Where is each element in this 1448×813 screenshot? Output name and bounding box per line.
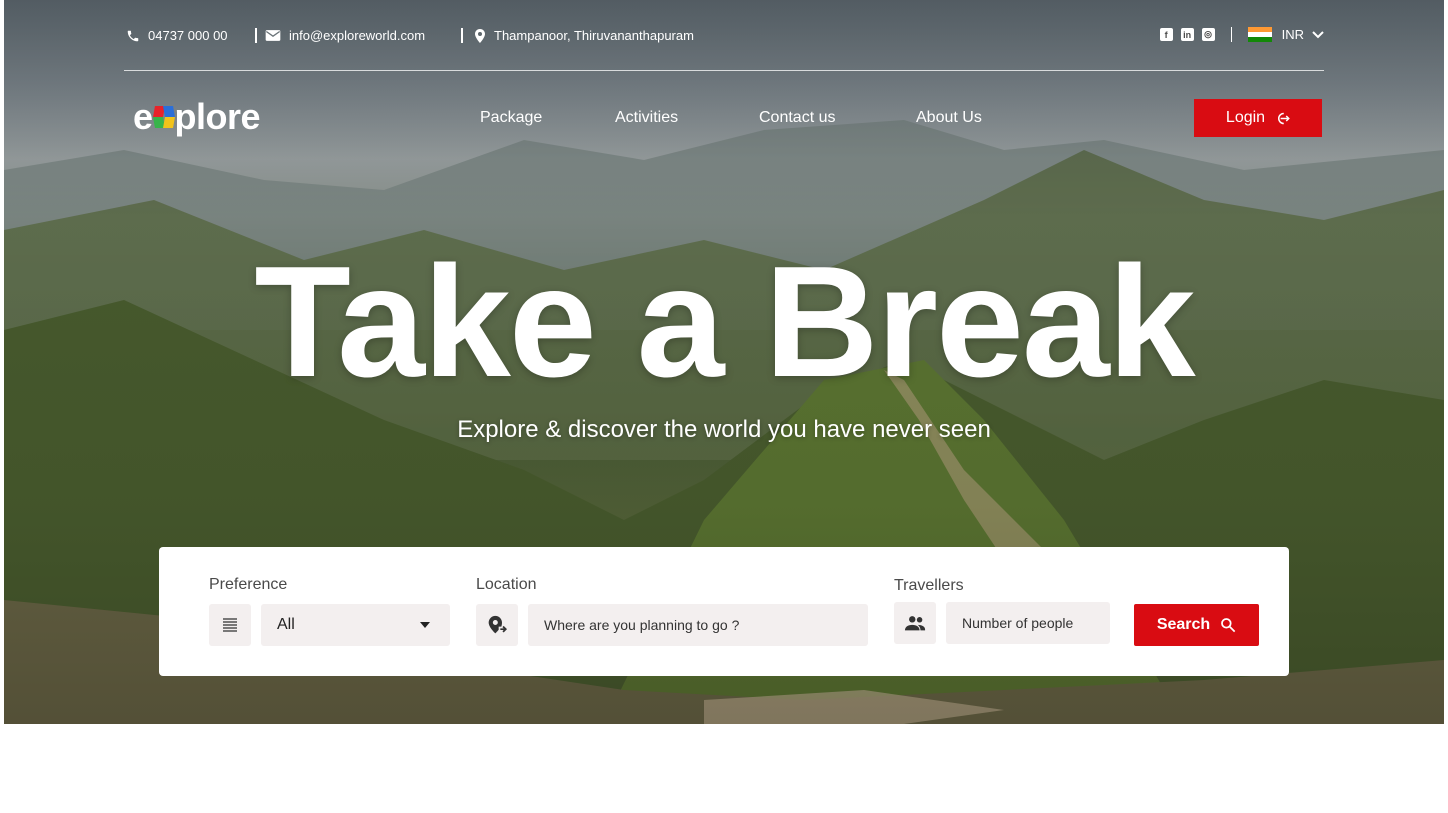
- preference-label: Preference: [209, 576, 288, 593]
- search-button[interactable]: Search: [1134, 604, 1259, 646]
- india-flag-icon[interactable]: [1247, 27, 1272, 42]
- logo-text-start: e: [133, 96, 153, 137]
- location-pin-icon: [488, 615, 507, 634]
- hero-subtitle: Explore & discover the world you have ne…: [457, 416, 991, 443]
- travellers-input[interactable]: Number of people: [946, 602, 1110, 644]
- chevron-down-icon[interactable]: [1312, 30, 1324, 39]
- address-text: Thampanoor, Thiruvananthapuram: [494, 28, 694, 43]
- mail-icon: [265, 30, 281, 41]
- nav-about-us[interactable]: About Us: [916, 109, 982, 127]
- map-pin-icon: [475, 28, 485, 43]
- search-panel: Preference All Location Where are you pl…: [159, 547, 1289, 676]
- location-icon-box: [476, 604, 518, 646]
- address-contact[interactable]: Thampanoor, Thiruvananthapuram: [474, 28, 694, 43]
- email-contact[interactable]: info@exploreworld.com: [265, 28, 425, 43]
- currency-label[interactable]: INR: [1282, 27, 1304, 42]
- facebook-icon[interactable]: f: [1159, 28, 1173, 41]
- preference-select[interactable]: All: [261, 604, 450, 646]
- travellers-label: Travellers: [894, 577, 964, 594]
- login-button[interactable]: Login: [1194, 99, 1322, 137]
- login-arrow-icon: [1278, 112, 1290, 124]
- hero-title: Take a Break: [254, 234, 1195, 410]
- login-label: Login: [1225, 109, 1266, 126]
- phone-text: 04737 000 00: [148, 28, 228, 43]
- brand-logo[interactable]: e plore: [133, 96, 261, 138]
- search-label: Search: [1156, 616, 1211, 633]
- people-icon: [904, 616, 926, 631]
- phone-icon: [127, 30, 139, 41]
- logo-x-mark-icon: [152, 106, 175, 128]
- caret-down-icon: [420, 622, 430, 628]
- search-icon: [1221, 618, 1236, 633]
- people-icon-box: [894, 602, 936, 644]
- nav-package[interactable]: Package: [480, 109, 542, 127]
- nav-contact-us[interactable]: Contact us: [759, 109, 835, 127]
- header-divider: [124, 70, 1324, 71]
- phone-contact[interactable]: 04737 000 00: [126, 28, 228, 43]
- preference-value: All: [277, 616, 295, 633]
- location-placeholder: Where are you planning to go ?: [544, 617, 740, 633]
- travellers-placeholder: Number of people: [962, 615, 1074, 631]
- location-input[interactable]: Where are you planning to go ?: [528, 604, 868, 646]
- location-label: Location: [476, 576, 537, 593]
- list-icon-box: [209, 604, 251, 646]
- top-contact-bar: 04737 000 00 info@exploreworld.com Thamp…: [124, 24, 1324, 71]
- linkedin-icon[interactable]: in: [1180, 28, 1194, 41]
- nav-activities[interactable]: Activities: [615, 109, 678, 127]
- separator: [461, 28, 463, 43]
- separator: [255, 28, 257, 43]
- list-icon: [223, 618, 237, 632]
- social-and-currency: f in ◎ INR: [1159, 27, 1324, 42]
- instagram-icon[interactable]: ◎: [1201, 28, 1215, 41]
- separator: [1230, 27, 1232, 42]
- email-text: info@exploreworld.com: [289, 28, 426, 43]
- logo-text-end: plore: [174, 96, 261, 137]
